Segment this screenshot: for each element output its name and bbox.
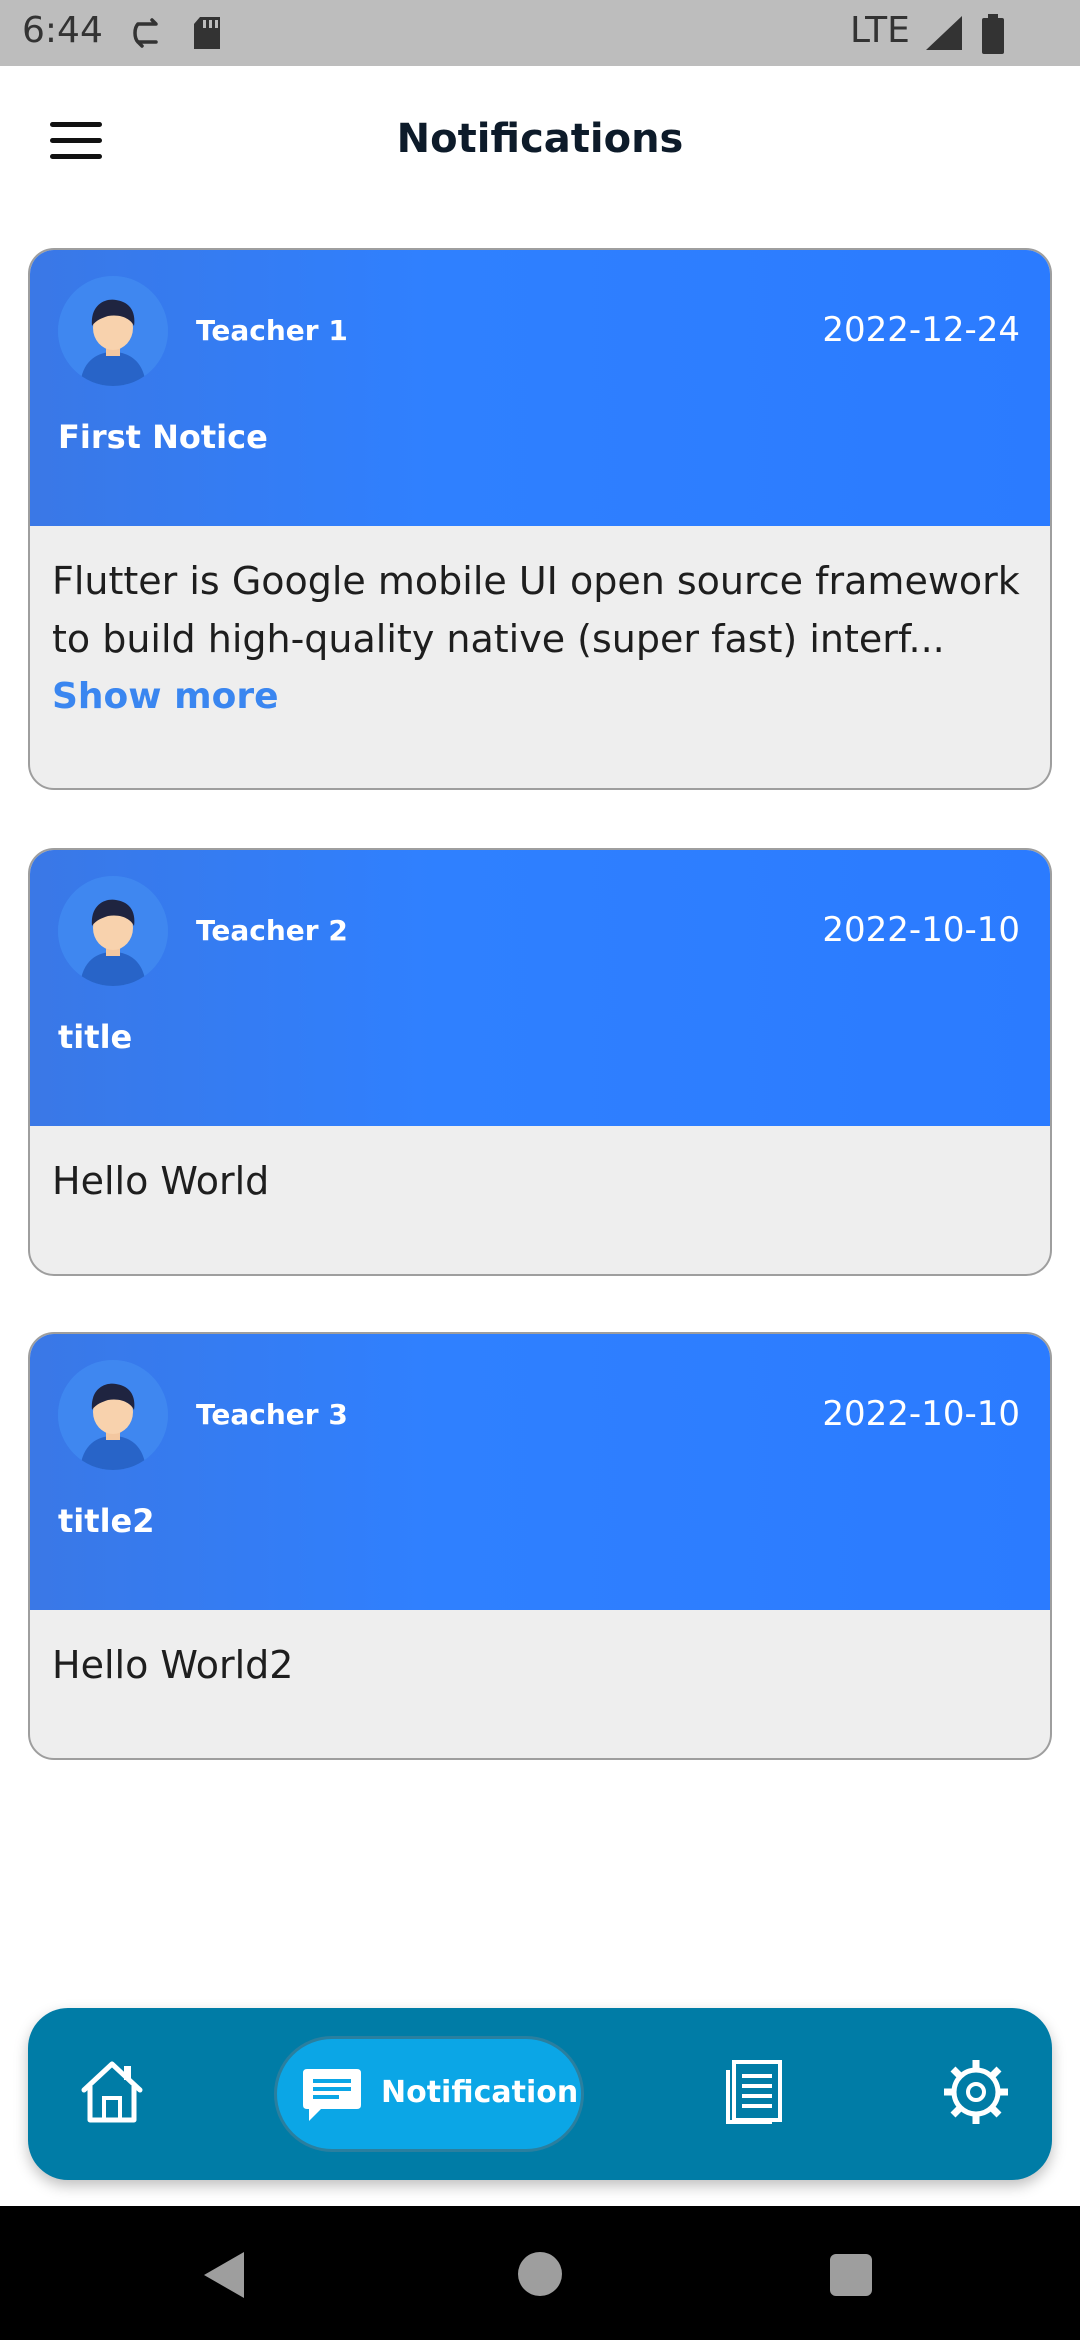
sync-icon bbox=[133, 18, 158, 48]
teacher-avatar-icon bbox=[58, 276, 168, 386]
teacher-name: Teacher 2 bbox=[196, 914, 348, 947]
recent-apps-button[interactable] bbox=[830, 2254, 872, 2296]
battery-icon bbox=[982, 14, 1004, 54]
settings-icon[interactable] bbox=[942, 2058, 1010, 2126]
nav-notification-tab[interactable]: Notification bbox=[274, 2036, 584, 2152]
app-bar: Notifications bbox=[0, 66, 1080, 216]
notification-date: 2022-10-10 bbox=[822, 910, 1020, 950]
notification-title: title bbox=[58, 1018, 133, 1056]
status-time: 6:44 bbox=[22, 10, 103, 51]
teacher-avatar-icon bbox=[58, 1360, 168, 1470]
avatar bbox=[58, 876, 168, 986]
notification-body-text: Flutter is Google mobile UI open source … bbox=[52, 559, 1020, 661]
card-header: Teacher 3 2022-10-10 title2 bbox=[30, 1334, 1050, 1610]
notification-card[interactable]: Teacher 2 2022-10-10 title Hello World bbox=[28, 848, 1052, 1276]
bottom-navigation: Notification bbox=[28, 2008, 1052, 2180]
network-type: LTE bbox=[850, 10, 910, 51]
notification-card[interactable]: Teacher 3 2022-10-10 title2 Hello World2 bbox=[28, 1332, 1052, 1760]
teacher-avatar-icon bbox=[58, 876, 168, 986]
card-header: Teacher 1 2022-12-24 First Notice bbox=[30, 250, 1050, 526]
page-title: Notifications bbox=[396, 116, 684, 162]
avatar bbox=[58, 1360, 168, 1470]
notification-body-text: Hello World bbox=[52, 1159, 270, 1203]
notification-date: 2022-10-10 bbox=[822, 1394, 1020, 1434]
status-bar: 6:44 LTE bbox=[0, 0, 1080, 66]
card-header: Teacher 2 2022-10-10 title bbox=[30, 850, 1050, 1126]
signal-icon bbox=[926, 16, 962, 50]
sd-card-icon bbox=[194, 17, 220, 49]
notification-title: title2 bbox=[58, 1502, 155, 1540]
back-icon[interactable] bbox=[200, 2250, 248, 2300]
home-icon[interactable] bbox=[76, 2056, 148, 2128]
chat-icon bbox=[303, 2069, 361, 2121]
system-navigation-bar bbox=[0, 2206, 1080, 2340]
notification-body: Flutter is Google mobile UI open source … bbox=[30, 526, 1050, 726]
nav-notification-label: Notification bbox=[381, 2075, 579, 2110]
notification-body: Hello World bbox=[30, 1126, 1050, 1210]
avatar bbox=[58, 276, 168, 386]
notes-icon[interactable] bbox=[724, 2060, 784, 2124]
notification-body-text: Hello World2 bbox=[52, 1643, 294, 1687]
notification-body: Hello World2 bbox=[30, 1610, 1050, 1694]
notification-card[interactable]: Teacher 1 2022-12-24 First Notice Flutte… bbox=[28, 248, 1052, 790]
notification-date: 2022-12-24 bbox=[822, 310, 1020, 350]
notification-title: First Notice bbox=[58, 418, 268, 456]
teacher-name: Teacher 1 bbox=[196, 314, 348, 347]
teacher-name: Teacher 3 bbox=[196, 1398, 348, 1431]
home-button[interactable] bbox=[518, 2252, 562, 2296]
show-more-link[interactable]: Show more bbox=[52, 668, 1028, 726]
